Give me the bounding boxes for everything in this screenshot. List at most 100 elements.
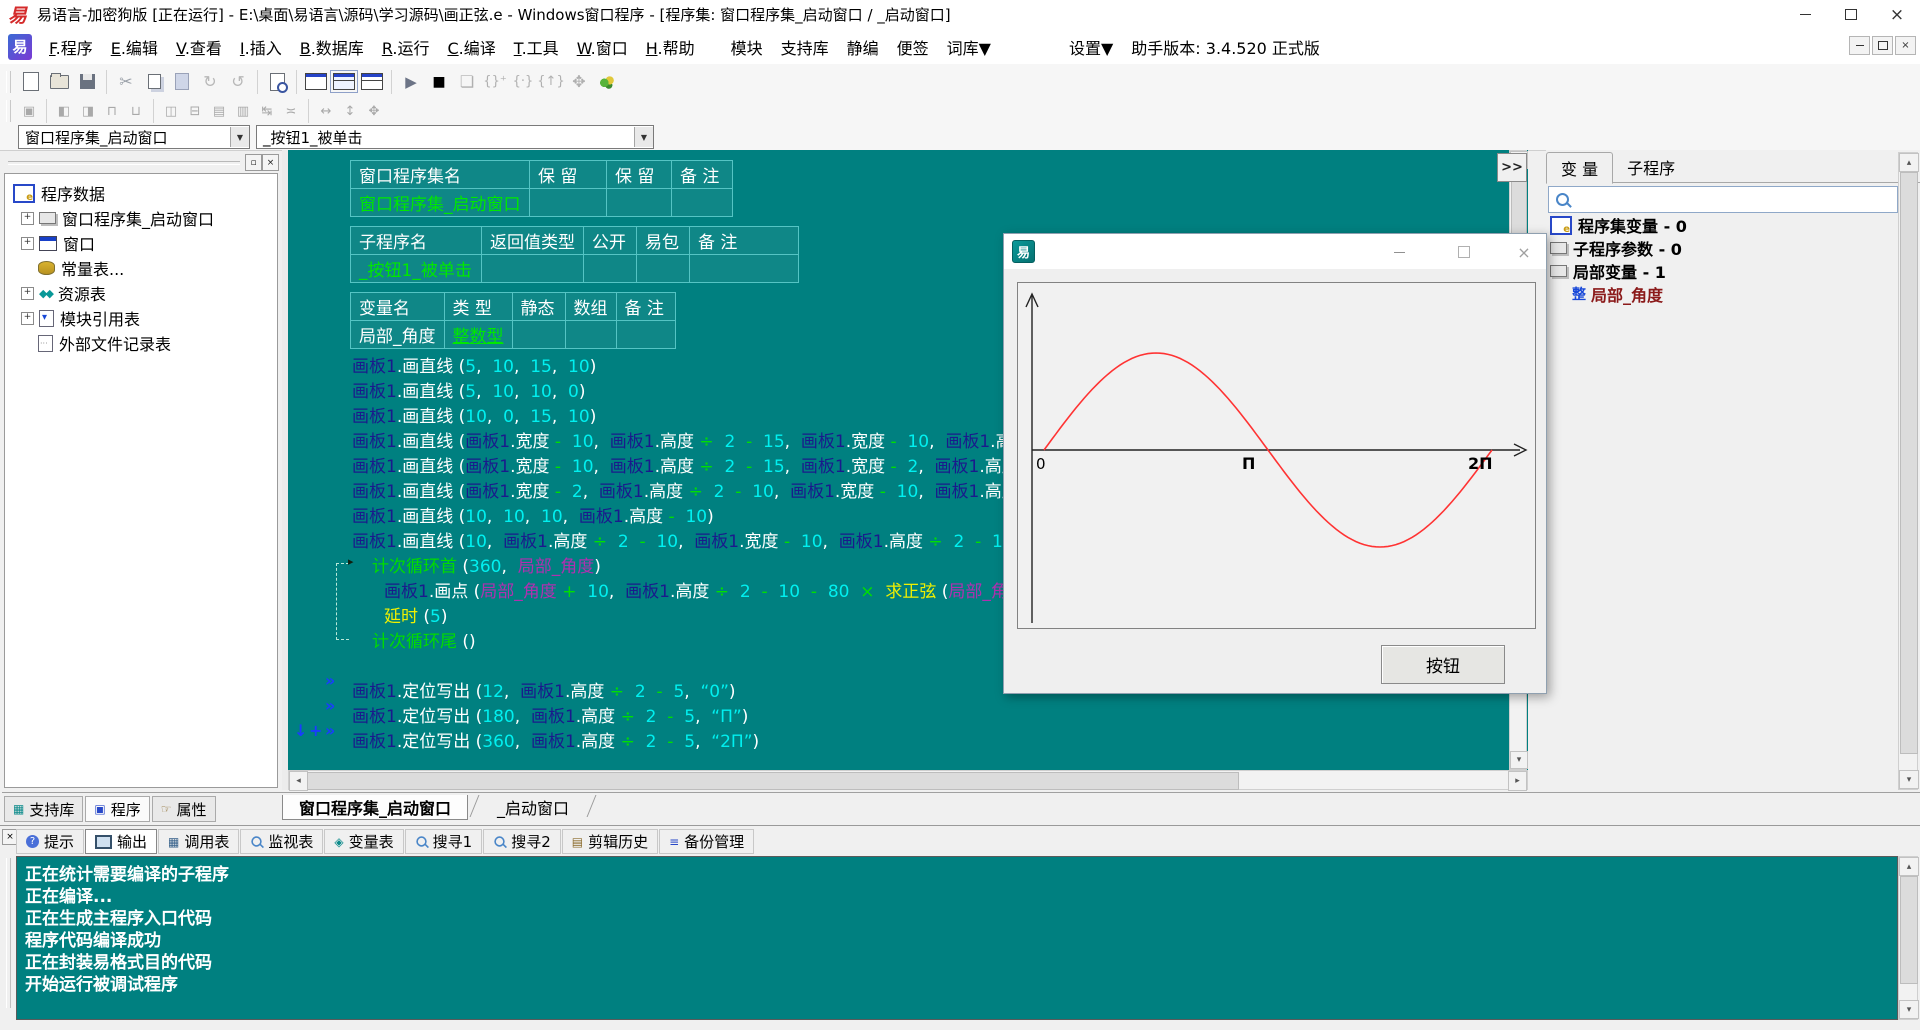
paste-icon[interactable] bbox=[168, 68, 196, 96]
assembly-name-cell[interactable]: 窗口程序集_启动窗口 bbox=[351, 189, 530, 217]
center-vertical-icon[interactable]: ⊟ bbox=[183, 102, 207, 120]
scroll-thumb[interactable] bbox=[1900, 172, 1918, 754]
scroll-down-icon[interactable]: ▾ bbox=[1899, 1000, 1919, 1019]
align-right-icon[interactable]: ◨ bbox=[76, 102, 100, 120]
file-tab-startup-window[interactable]: _启动窗口 bbox=[481, 795, 585, 819]
close-button[interactable]: × bbox=[1874, 0, 1920, 29]
tab-program[interactable]: ▣ 程序 bbox=[85, 796, 149, 822]
tab-support-library[interactable]: ▦ 支持库 bbox=[4, 796, 83, 822]
code-horizontal-scrollbar[interactable]: ◂ ▸ bbox=[288, 770, 1528, 790]
scroll-thumb[interactable] bbox=[1900, 876, 1918, 984]
layout-top-icon[interactable] bbox=[330, 68, 358, 96]
mdi-restore-button[interactable] bbox=[1872, 36, 1893, 55]
minimize-button[interactable] bbox=[1782, 0, 1828, 29]
tab-properties[interactable]: ☞ 属性 bbox=[152, 796, 216, 822]
space-across-icon[interactable]: ▤ bbox=[207, 102, 231, 120]
menu-program[interactable]: F.程序 bbox=[40, 35, 102, 59]
align-top-icon[interactable]: ⊓ bbox=[100, 102, 124, 120]
tree-item-constants[interactable]: 常量表... bbox=[38, 257, 124, 279]
output-vertical-scrollbar[interactable]: ▴ ▾ bbox=[1898, 856, 1918, 1020]
tree-item-routine-params[interactable]: 子程序参数 - 0 bbox=[1550, 237, 1682, 259]
code-line[interactable]: 画板1.画直线 (10, 10, 10, 画板1.高度 - 10) bbox=[352, 502, 714, 527]
variable-search-input[interactable] bbox=[1548, 186, 1898, 213]
tree-item-program-data[interactable]: 程序数据 bbox=[13, 182, 105, 204]
code-line[interactable]: 画板1.定位写出 (12, 画板1.高度 ÷ 2 - 5, “0”) bbox=[352, 677, 736, 702]
menu-edit[interactable]: E.编辑 bbox=[102, 35, 167, 59]
code-line[interactable]: 画板1.画直线 (10, 画板1.高度 ÷ 2 - 10, 画板1.宽度 - 1… bbox=[352, 527, 1020, 552]
menu-support-lib[interactable]: 支持库 bbox=[772, 35, 838, 59]
tab-subroutines[interactable]: 子程序 bbox=[1613, 152, 1689, 182]
assembly-combobox[interactable]: 窗口程序集_启动窗口 ▼ bbox=[18, 125, 250, 149]
tree-item-window[interactable]: + 窗口 bbox=[21, 232, 95, 254]
scroll-down-icon[interactable]: ▾ bbox=[1899, 770, 1919, 789]
routine-name-cell[interactable]: _按钮1_被单击 bbox=[351, 255, 482, 283]
tab-search1[interactable]: 搜寻1 bbox=[405, 829, 483, 854]
program-window-titlebar[interactable]: 易 × bbox=[1004, 234, 1546, 269]
file-tab-assembly[interactable]: 窗口程序集_启动窗口 bbox=[282, 795, 468, 820]
tree-item-assembly-variables[interactable]: 程序集变量 - 0 bbox=[1550, 214, 1687, 236]
code-line[interactable]: 计次循环尾 () bbox=[372, 627, 476, 652]
scroll-right-icon[interactable]: ▸ bbox=[1508, 771, 1527, 791]
new-file-icon[interactable] bbox=[17, 68, 45, 96]
scroll-up-icon[interactable]: ▴ bbox=[1899, 153, 1919, 172]
program-maximize-button[interactable] bbox=[1449, 241, 1479, 263]
scroll-up-icon[interactable]: ▴ bbox=[1899, 857, 1919, 876]
step-into-icon[interactable]: {}⁺ bbox=[481, 68, 509, 96]
mdi-minimize-button[interactable] bbox=[1849, 36, 1870, 55]
menu-notes[interactable]: 便签 bbox=[888, 35, 938, 59]
tab-variables[interactable]: 变 量 bbox=[1546, 152, 1613, 184]
space-down-icon[interactable]: ▥ bbox=[231, 102, 255, 120]
expand-icon[interactable]: + bbox=[21, 237, 34, 250]
scroll-down-icon[interactable]: ▾ bbox=[1510, 751, 1528, 769]
tab-variable-table[interactable]: ◈变量表 bbox=[324, 829, 403, 854]
center-horizontal-icon[interactable]: ◫ bbox=[159, 102, 183, 120]
chevron-down-icon[interactable]: ▼ bbox=[230, 127, 249, 147]
menu-static-compile[interactable]: 静编 bbox=[838, 35, 888, 59]
step-window-icon[interactable]: ❏ bbox=[453, 68, 481, 96]
maximize-button[interactable] bbox=[1828, 0, 1874, 29]
stop-icon[interactable]: ■ bbox=[425, 68, 453, 96]
pause-hand-icon[interactable]: ✥ bbox=[565, 68, 593, 96]
tab-call-table[interactable]: ▦调用表 bbox=[158, 829, 239, 854]
program-button[interactable]: 按钮 bbox=[1381, 645, 1505, 684]
menu-window[interactable]: W.窗口 bbox=[568, 35, 637, 59]
code-line[interactable]: 画板1.画直线 (5, 10, 10, 0) bbox=[352, 377, 586, 402]
program-minimize-button[interactable] bbox=[1384, 241, 1414, 263]
variable-type-cell[interactable]: 整数型 bbox=[444, 321, 512, 349]
tab-backup-manager[interactable]: ≡备份管理 bbox=[659, 829, 754, 854]
menu-compile[interactable]: C.编译 bbox=[438, 35, 504, 59]
tree-item-local-angle[interactable]: 整 局部_角度 bbox=[1572, 283, 1663, 305]
save-icon[interactable] bbox=[73, 68, 101, 96]
code-line[interactable]: 延时 (5) bbox=[384, 602, 448, 627]
same-width-icon[interactable]: ↹ bbox=[255, 102, 279, 120]
tab-clip-history[interactable]: ▤剪辑历史 bbox=[562, 829, 658, 854]
code-line[interactable]: 画板1.画直线 (画板1.宽度 - 2, 画板1.高度 ÷ 2 - 10, 画板… bbox=[352, 477, 1105, 502]
menu-run[interactable]: R.运行 bbox=[373, 35, 439, 59]
cut-icon[interactable]: ✂ bbox=[112, 68, 140, 96]
output-console[interactable]: 正在统计需要编译的子程序 正在编译... 正在生成主程序入口代码 程序代码编译成… bbox=[16, 856, 1898, 1020]
code-line[interactable]: 计次循环首 (360, 局部_角度) bbox=[372, 552, 601, 577]
menu-module[interactable]: 模块 bbox=[722, 35, 772, 59]
debug-ant-icon[interactable] bbox=[593, 68, 621, 96]
step-over-icon[interactable]: {·} bbox=[509, 68, 537, 96]
panel-vertical-scrollbar[interactable]: ▴ ▾ bbox=[1898, 152, 1918, 790]
size-width-icon[interactable]: ↔ bbox=[314, 102, 338, 120]
code-line[interactable]: 画板1.画直线 (5, 10, 15, 10) bbox=[352, 352, 596, 377]
menu-view[interactable]: V.查看 bbox=[167, 35, 231, 59]
find-icon[interactable] bbox=[263, 68, 291, 96]
same-height-icon[interactable]: ≍ bbox=[279, 102, 303, 120]
panel-restore-button[interactable]: ▫ bbox=[245, 154, 262, 171]
size-height-icon[interactable]: ↕ bbox=[338, 102, 362, 120]
tree-item-window-assembly[interactable]: + 窗口程序集_启动窗口 bbox=[21, 207, 214, 229]
redo-icon[interactable]: ↻ bbox=[196, 68, 224, 96]
size-both-icon[interactable]: ✥ bbox=[362, 102, 386, 120]
running-program-window[interactable]: 易 × 0 Π 2Π 按钮 bbox=[1003, 233, 1547, 694]
align-bottom-icon[interactable]: ⊔ bbox=[124, 102, 148, 120]
variable-name-cell[interactable]: 局部_角度 bbox=[351, 321, 445, 349]
tab-hints[interactable]: ?提示 bbox=[16, 829, 84, 854]
tab-output[interactable]: 输出 bbox=[85, 829, 157, 854]
step-out-icon[interactable]: {↑} bbox=[537, 68, 565, 96]
tree-item-external-files[interactable]: 外部文件记录表 bbox=[38, 332, 171, 354]
tree-item-local-variables[interactable]: 局部变量 - 1 bbox=[1550, 260, 1666, 282]
code-line[interactable]: 画板1.画直线 (10, 0, 15, 10) bbox=[352, 402, 596, 427]
